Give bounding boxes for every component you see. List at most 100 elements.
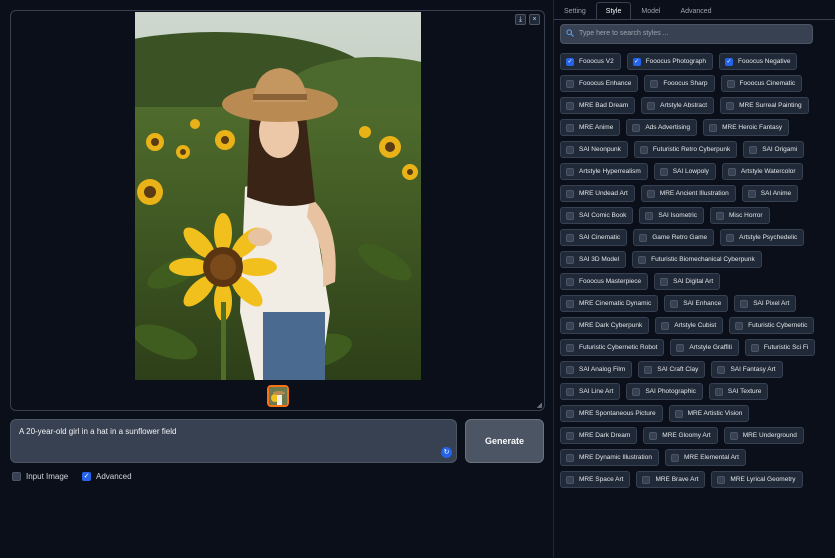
style-option[interactable]: SAI Photographic <box>626 383 703 400</box>
style-option[interactable]: Artstyle Psychedelic <box>720 229 805 246</box>
style-option[interactable]: Futuristic Sci Fi <box>744 339 816 356</box>
style-option[interactable]: SAI Neonpunk <box>560 141 628 158</box>
style-checkbox[interactable] <box>639 233 648 242</box>
style-checkbox[interactable] <box>566 233 574 242</box>
style-checkbox[interactable] <box>566 343 574 352</box>
style-option[interactable]: Artstyle Watercolor <box>721 163 803 180</box>
style-checkbox[interactable] <box>740 299 749 308</box>
style-checkbox[interactable] <box>566 475 574 484</box>
download-icon[interactable]: ⤓ <box>515 14 526 25</box>
resize-handle-icon[interactable]: ◢ <box>537 401 542 409</box>
style-checkbox[interactable] <box>642 475 651 484</box>
style-checkbox[interactable] <box>644 365 653 374</box>
input-image-option[interactable]: Input Image <box>12 472 68 481</box>
style-option[interactable]: SAI Digital Art <box>654 273 721 290</box>
style-option[interactable]: ✓ Fooocus Photograph <box>626 53 714 70</box>
style-checkbox[interactable] <box>670 453 679 462</box>
style-option[interactable]: Futuristic Cybernetic Robot <box>560 339 665 356</box>
style-option[interactable]: Artstyle Cubist <box>655 317 724 334</box>
tab-style[interactable]: Style <box>595 2 632 20</box>
style-option[interactable]: MRE Artistic Vision <box>668 405 750 422</box>
style-option[interactable]: Artstyle Abstract <box>641 97 715 114</box>
style-option[interactable]: SAI Origami <box>743 141 805 158</box>
style-checkbox[interactable] <box>735 321 744 330</box>
style-option[interactable]: Ads Advertising <box>626 119 698 136</box>
style-option[interactable]: SAI Fantasy Art <box>711 361 783 378</box>
style-option[interactable]: MRE Brave Art <box>636 471 706 488</box>
style-option[interactable]: Futuristic Cybernetic <box>729 317 815 334</box>
style-option[interactable]: Artstyle Hyperrealism <box>560 163 648 180</box>
style-option[interactable]: ✓ Fooocus Negative <box>719 53 798 70</box>
style-checkbox[interactable] <box>660 277 669 286</box>
style-option[interactable]: SAI Comic Book <box>560 207 634 224</box>
style-option[interactable]: SAI Analog Film <box>560 361 633 378</box>
input-image-checkbox[interactable] <box>12 472 21 481</box>
style-checkbox[interactable] <box>646 189 655 198</box>
gallery-thumbnail[interactable] <box>267 385 289 407</box>
style-checkbox[interactable] <box>747 189 756 198</box>
style-checkbox[interactable]: ✓ <box>632 57 641 66</box>
style-option[interactable]: Fooocus Enhance <box>560 75 639 92</box>
style-checkbox[interactable] <box>566 101 574 110</box>
style-option[interactable]: MRE Lyrical Geometry <box>711 471 803 488</box>
style-option[interactable]: MRE Gloomy Art <box>643 427 718 444</box>
style-checkbox[interactable]: ✓ <box>725 57 734 66</box>
style-checkbox[interactable] <box>661 321 670 330</box>
style-option[interactable]: MRE Spontaneous Picture <box>560 405 663 422</box>
tab-advanced[interactable]: Advanced <box>670 2 721 20</box>
style-checkbox[interactable] <box>649 431 658 440</box>
style-option[interactable]: MRE Heroic Fantasy <box>703 119 790 136</box>
style-option[interactable]: SAI Enhance <box>664 295 729 312</box>
style-option[interactable]: MRE Dynamic Illustration <box>560 449 659 466</box>
prompt-helper-icon[interactable]: ↻ <box>441 447 452 458</box>
style-option[interactable]: MRE Undead Art <box>560 185 635 202</box>
style-checkbox[interactable] <box>566 321 574 330</box>
style-checkbox[interactable] <box>566 299 574 308</box>
style-checkbox[interactable] <box>566 409 574 418</box>
style-option[interactable]: SAI Pixel Art <box>734 295 797 312</box>
style-option[interactable]: Futuristic Biomechanical Cyberpunk <box>632 251 762 268</box>
style-checkbox[interactable] <box>632 123 641 132</box>
style-option[interactable]: SAI Isometric <box>639 207 704 224</box>
close-icon[interactable]: × <box>529 14 540 25</box>
style-option[interactable]: Fooocus Cinematic <box>720 75 803 92</box>
style-option[interactable]: Game Retro Game <box>633 229 715 246</box>
style-checkbox[interactable] <box>726 79 735 88</box>
style-option[interactable]: MRE Space Art <box>560 471 631 488</box>
style-checkbox[interactable] <box>566 431 574 440</box>
style-checkbox[interactable] <box>715 211 724 220</box>
style-option[interactable]: MRE Cinematic Dynamic <box>560 295 659 312</box>
style-checkbox[interactable] <box>566 387 574 396</box>
style-option[interactable]: Futuristic Retro Cyberpunk <box>633 141 738 158</box>
style-checkbox[interactable] <box>566 167 574 176</box>
style-option[interactable]: SAI Craft Clay <box>638 361 706 378</box>
style-option[interactable]: Fooocus Masterpiece <box>560 273 649 290</box>
style-checkbox[interactable] <box>566 123 574 132</box>
style-option[interactable]: SAI Anime <box>741 185 799 202</box>
advanced-option[interactable]: ✓ Advanced <box>82 472 132 481</box>
style-checkbox[interactable] <box>566 189 574 198</box>
style-option[interactable]: MRE Dark Cyberpunk <box>560 317 650 334</box>
style-option[interactable]: ✓ Fooocus V2 <box>560 53 621 70</box>
style-checkbox[interactable] <box>566 453 574 462</box>
style-checkbox[interactable] <box>566 79 574 88</box>
tab-model[interactable]: Model <box>631 2 670 20</box>
style-checkbox[interactable] <box>717 365 726 374</box>
style-option[interactable]: MRE Surreal Painting <box>720 97 809 114</box>
style-checkbox[interactable] <box>750 343 759 352</box>
style-checkbox[interactable] <box>727 167 736 176</box>
style-checkbox[interactable] <box>717 475 726 484</box>
style-checkbox[interactable] <box>729 431 738 440</box>
style-checkbox[interactable] <box>566 211 574 220</box>
style-option[interactable]: SAI 3D Model <box>560 251 627 268</box>
style-option[interactable]: MRE Dark Dream <box>560 427 638 444</box>
style-option[interactable]: SAI Cinematic <box>560 229 628 246</box>
style-checkbox[interactable] <box>714 387 723 396</box>
generate-button[interactable]: Generate <box>465 419 544 463</box>
style-checkbox[interactable] <box>638 255 647 264</box>
style-option[interactable]: SAI Line Art <box>560 383 621 400</box>
style-checkbox[interactable] <box>674 409 683 418</box>
style-checkbox[interactable] <box>670 299 679 308</box>
style-option[interactable]: SAI Texture <box>708 383 769 400</box>
style-checkbox[interactable] <box>647 101 656 110</box>
